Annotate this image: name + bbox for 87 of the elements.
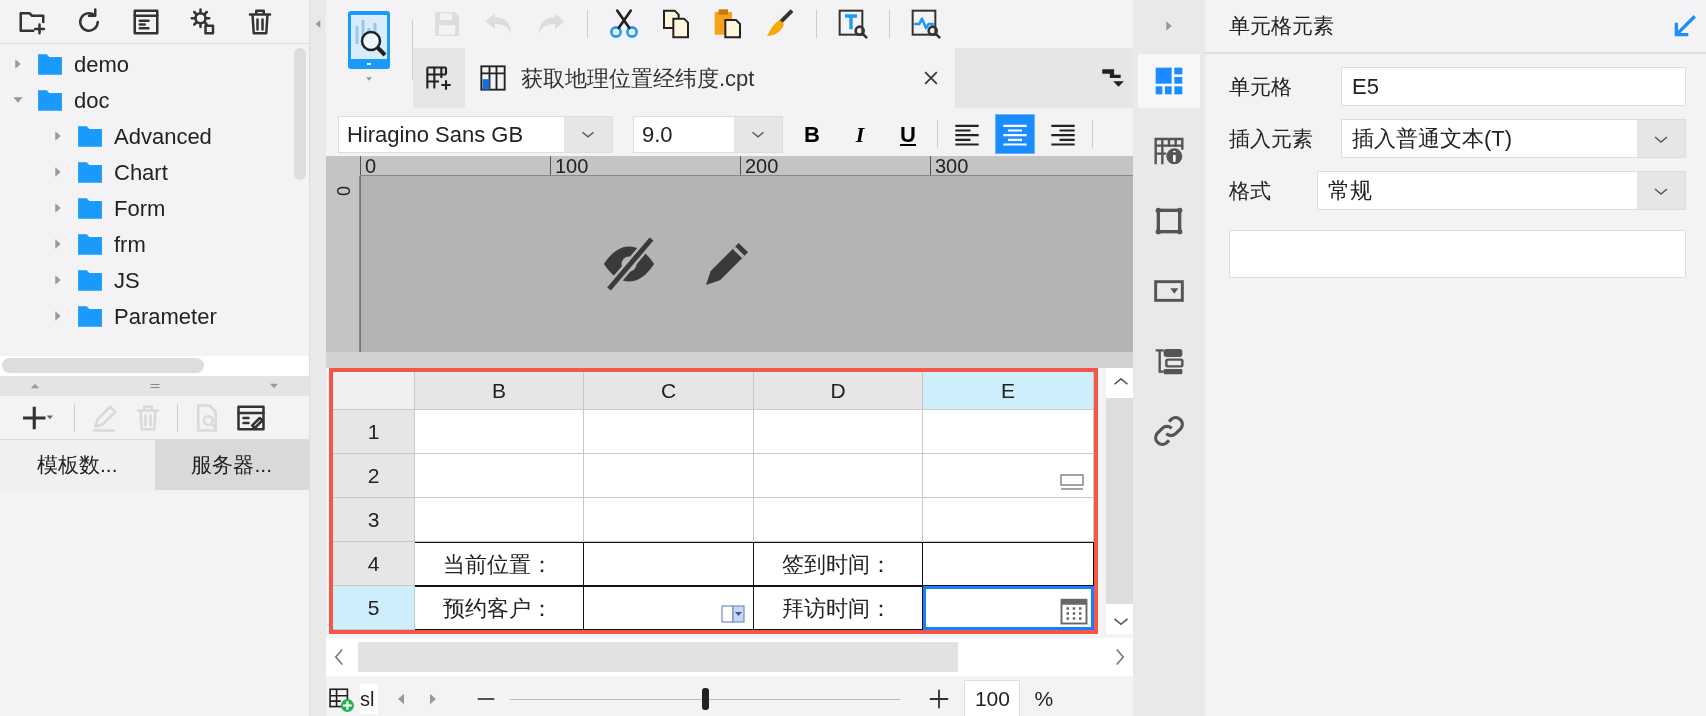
arrow-icon[interactable] [1672, 13, 1698, 39]
ruler-label: 0 [360, 156, 550, 175]
folder-label: Form [114, 194, 166, 223]
input-field[interactable]: E5 [1341, 67, 1686, 106]
table-cell[interactable]: 预约客户： [415, 586, 584, 630]
scrollbar-thumb[interactable] [2, 358, 204, 373]
unit-label: % [1034, 686, 1054, 713]
select-field[interactable]: 插入普通文本(T) [1341, 119, 1686, 158]
column-header[interactable]: E [923, 372, 1094, 410]
folder-icon [76, 231, 104, 257]
field-label: 插入元素 [1229, 125, 1314, 152]
folder-label: doc [74, 86, 110, 115]
cell-element-icon [1153, 65, 1185, 97]
folder-label: frm [114, 230, 146, 259]
panel-title: 单元格元素 [1229, 13, 1334, 40]
size-dropdown[interactable]: 9.0 [633, 115, 783, 153]
folder-icon [36, 51, 64, 77]
select-field[interactable]: 常规 [1317, 171, 1686, 210]
tree-item[interactable]: doc [0, 82, 291, 118]
preview-icon[interactable] [347, 10, 391, 70]
calendar-icon[interactable] [1059, 596, 1089, 626]
folder-label: JS [114, 266, 140, 295]
font-dropdown[interactable]: Hiragino Sans GB [338, 115, 613, 153]
table-cell[interactable] [584, 586, 754, 630]
paste-icon[interactable] [712, 8, 744, 40]
border-icon [1153, 205, 1185, 237]
ruler-label: 200 [740, 156, 930, 175]
add-sheet-icon[interactable] [328, 686, 356, 712]
folder-icon [36, 87, 64, 113]
folder-icon [76, 123, 104, 149]
column-header[interactable]: D [754, 372, 923, 410]
table-cell[interactable] [923, 542, 1094, 586]
cell-element-tab[interactable] [1138, 54, 1200, 108]
table-cell[interactable]: 签到时间： [754, 542, 923, 586]
zoom-field[interactable]: 100 [964, 680, 1021, 716]
plus-icon[interactable] [928, 688, 951, 710]
folder-label: Parameter [114, 302, 217, 331]
tree-item[interactable]: Advanced [0, 118, 291, 154]
cell-info-icon [1153, 135, 1185, 167]
tab-label: 获取地理位置经纬度.cpt [521, 64, 756, 93]
underline-button[interactable]: U [889, 115, 927, 153]
file-icon [479, 64, 507, 92]
bold-button[interactable]: B [793, 115, 831, 153]
field-label: 单元格 [1229, 73, 1293, 100]
copy-icon[interactable] [660, 8, 692, 40]
scissors-icon[interactable] [608, 8, 640, 40]
panel-tab[interactable]: 服务器... [154, 440, 309, 490]
column-header[interactable]: B [415, 372, 584, 410]
tree-item[interactable]: Form [0, 190, 291, 226]
scrollbar-thumb[interactable] [358, 642, 958, 672]
tree-item[interactable]: JS [0, 262, 291, 298]
slider-thumb[interactable] [702, 688, 710, 710]
folder-icon [76, 195, 104, 221]
folder-icon [76, 159, 104, 185]
row-header[interactable]: 3 [333, 498, 415, 542]
ruler-label: 300 [930, 156, 1120, 175]
field-label: 格式 [1229, 177, 1272, 204]
ruler-label: 0 [332, 186, 353, 198]
folder-icon [76, 303, 104, 329]
folder-icon [76, 267, 104, 293]
row-header[interactable]: 2 [333, 454, 415, 498]
sheet-tab[interactable]: sl [360, 684, 379, 714]
table-cell[interactable]: 当前位置： [415, 542, 584, 586]
text-search-icon[interactable] [837, 8, 869, 40]
link-icon [1153, 415, 1185, 447]
tree-item[interactable]: Parameter [0, 298, 291, 334]
row-header[interactable]: 4 [333, 542, 415, 586]
folder-label: demo [74, 50, 130, 79]
grid-add-icon[interactable] [425, 64, 453, 92]
tree-item[interactable]: Chart [0, 154, 291, 190]
table-cell[interactable]: 拜访时间： [754, 586, 923, 630]
scrollbar-thumb[interactable] [1106, 398, 1136, 604]
align-center-button[interactable] [996, 115, 1034, 153]
row-header[interactable]: 5 [333, 586, 415, 630]
folder-label: Advanced [114, 122, 212, 151]
row-header[interactable]: 1 [333, 410, 415, 454]
tree-item[interactable]: frm [0, 226, 291, 262]
file-tab[interactable]: 获取地理位置经纬度.cpt [465, 48, 955, 108]
ruler-label: 100 [550, 156, 740, 175]
scrollbar-thumb[interactable] [294, 48, 306, 180]
tree-item[interactable]: demo [0, 46, 291, 82]
table-cell[interactable] [923, 586, 1094, 630]
table-cell[interactable] [584, 542, 754, 586]
folder-label: Chart [114, 158, 168, 187]
chart-search-icon[interactable] [910, 8, 942, 40]
italic-button[interactable]: I [841, 115, 879, 153]
column-header[interactable]: C [584, 372, 754, 410]
